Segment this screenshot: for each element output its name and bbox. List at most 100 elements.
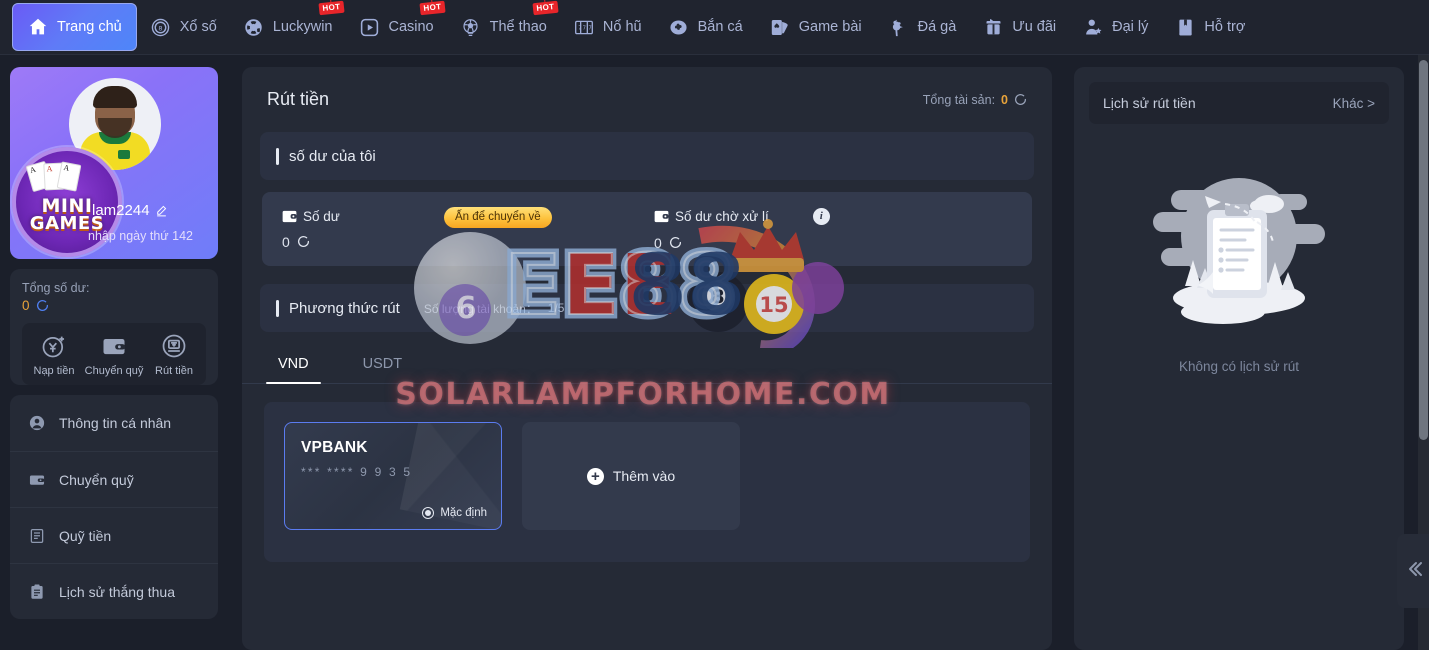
sidebar-item-quy-tien[interactable]: Quỹ tiền	[10, 507, 218, 563]
info-icon[interactable]: i	[812, 207, 830, 225]
gift-icon	[982, 16, 1004, 38]
sidebar-balance-box: Tổng số dư: 0 Nạp tiền Chuyển quỹ Rút ti…	[10, 269, 218, 385]
asset-total: Tổng tài sản: 0	[923, 93, 1027, 107]
fish-icon	[668, 16, 690, 38]
hot-badge: HOT	[532, 0, 559, 15]
refresh-icon[interactable]	[1014, 93, 1027, 106]
quick-actions: Nạp tiền Chuyển quỹ Rút tiền	[22, 323, 206, 385]
nav-label: Nổ hũ	[602, 19, 642, 35]
available-balance: Số dư 0	[262, 209, 340, 250]
bank-masked-number: *** **** 9 9 3 5	[301, 465, 413, 479]
sidebar-item-chuyen-quy[interactable]: Chuyển quỹ	[10, 451, 218, 507]
empty-clipboard-illustration	[1139, 164, 1339, 345]
nav-label: Thể thao	[489, 19, 547, 35]
refresh-icon[interactable]	[669, 236, 682, 249]
history-more-link[interactable]: Khác >	[1333, 96, 1375, 111]
nav-item-trang-chu[interactable]: Trang chủ	[12, 3, 137, 51]
profile-login-streak: nhập ngày thứ 142	[88, 229, 193, 243]
bank-card-vpbank[interactable]: VPBANK *** **** 9 9 3 5 Mặc định	[284, 422, 502, 530]
collapse-panel-button[interactable]	[1397, 534, 1429, 608]
nav-item-the-thao[interactable]: Thể thao HOT	[447, 0, 560, 51]
user-circle-icon	[28, 414, 46, 432]
currency-tabs: VND USDT	[242, 344, 1052, 384]
quick-action-nap-tien[interactable]: Nạp tiền	[24, 332, 84, 377]
heading-accent-bar	[276, 147, 279, 165]
add-bank-account-button[interactable]: + Thêm vào	[522, 422, 740, 530]
transfer-back-button[interactable]: Ấn để chuyển về	[444, 207, 552, 228]
history-empty-text: Không có lịch sử rút	[1178, 359, 1300, 374]
nav-label: Luckywin	[272, 19, 333, 35]
account-count-label: Số lượng tài khoản：	[423, 301, 538, 316]
withdraw-main-panel: Rút tiền Tổng tài sản: 0 số dư của tôi S…	[242, 67, 1052, 650]
agent-user-icon	[1082, 16, 1104, 38]
quick-action-label: Nạp tiền	[33, 365, 75, 377]
sidebar-item-label: Thông tin cá nhân	[59, 415, 172, 431]
nav-label: Bắn cá	[697, 19, 743, 35]
page-title: Rút tiền	[267, 89, 330, 109]
play-circle-icon	[358, 16, 380, 38]
history-header: Lịch sử rút tiền Khác >	[1089, 82, 1389, 124]
total-balance-label: Tổng số dư:	[22, 281, 90, 295]
quick-action-label: Rút tiền	[155, 365, 193, 377]
nav-item-uu-dai[interactable]: Ưu đãi	[969, 4, 1069, 51]
page-scrollbar-thumb[interactable]	[1419, 60, 1428, 440]
radio-default-selected[interactable]	[422, 507, 435, 519]
tab-vnd[interactable]: VND	[256, 344, 331, 384]
nav-item-no-hu[interactable]: 777 Nổ hũ	[560, 4, 655, 51]
quick-action-chuyen-quy[interactable]: Chuyển quỹ	[84, 332, 144, 377]
quick-action-label: Chuyển quỹ	[84, 365, 144, 377]
nav-item-ban-ca[interactable]: Bắn cá	[655, 4, 756, 51]
asset-total-label: Tổng tài sản:	[922, 92, 996, 107]
chevron-double-left-icon	[1401, 557, 1425, 586]
default-radio-row[interactable]: Mặc định	[422, 507, 487, 519]
nav-label: Ưu đãi	[1012, 19, 1057, 35]
tab-usdt[interactable]: USDT	[341, 344, 424, 383]
cards-icon: AAA	[25, 160, 82, 193]
deposit-coin-icon	[40, 332, 68, 360]
wallet-icon	[28, 471, 46, 489]
sidebar-item-thong-tin-ca-nhan[interactable]: Thông tin cá nhân	[10, 395, 218, 451]
quick-action-rut-tien[interactable]: Rút tiền	[144, 332, 204, 377]
nav-item-dai-ly[interactable]: Đại lý	[1069, 4, 1161, 51]
sidebar-item-lich-su-thang-thua[interactable]: Lịch sử thắng thua	[10, 563, 218, 619]
payment-methods-area: VPBANK *** **** 9 9 3 5 Mặc định + Thêm …	[264, 402, 1030, 562]
svg-text:7: 7	[588, 25, 591, 31]
history-title: Lịch sử rút tiền	[1103, 95, 1196, 111]
panel-header: Rút tiền Tổng tài sản: 0	[242, 67, 1052, 132]
sidebar-item-label: Chuyển quỹ	[59, 471, 134, 488]
nav-label: Đại lý	[1112, 19, 1149, 35]
left-sidebar: AAA MINI GAMES lam2244 nhập ngày thứ 142…	[10, 67, 218, 650]
page-body: AAA MINI GAMES lam2244 nhập ngày thứ 142…	[0, 55, 1429, 650]
refresh-icon[interactable]	[297, 235, 310, 248]
nav-item-game-bai[interactable]: Game bài	[756, 4, 875, 51]
nav-item-luckywin[interactable]: Luckywin HOT	[230, 0, 346, 51]
refresh-icon[interactable]	[36, 299, 49, 312]
available-balance-label: Số dư	[303, 208, 340, 224]
profile-card[interactable]: AAA MINI GAMES lam2244 nhập ngày thứ 142	[10, 67, 218, 259]
fund-note-icon	[28, 527, 46, 545]
default-label: Mặc định	[440, 507, 487, 519]
my-balance-block: số dư của tôi	[260, 132, 1034, 180]
nav-item-xo-so[interactable]: 8 Xổ số	[137, 4, 230, 51]
playing-cards-icon	[769, 16, 791, 38]
hot-badge: HOT	[318, 0, 345, 15]
clipboard-icon	[28, 583, 46, 601]
asset-total-value: 0	[1001, 92, 1008, 107]
nav-item-ho-tro[interactable]: Hỗ trợ	[1161, 4, 1258, 51]
history-empty-state: Không có lịch sử rút	[1089, 164, 1389, 374]
pending-balance-label: Số dư chờ xử lí	[675, 208, 769, 224]
account-count-value: 1/5	[547, 301, 565, 315]
my-balance-heading-row: số dư của tôi	[260, 132, 1034, 180]
nav-label: Hỗ trợ	[1204, 19, 1246, 35]
sidebar-item-label: Lịch sử thắng thua	[59, 583, 176, 600]
sidebar-item-label: Quỹ tiền	[59, 527, 112, 544]
pencil-icon[interactable]	[155, 204, 168, 217]
nav-label: Đá gà	[917, 19, 957, 35]
nav-label: Trang chủ	[57, 19, 122, 35]
pending-balance-value: 0	[654, 234, 662, 251]
nav-item-casino[interactable]: Casino HOT	[345, 0, 446, 51]
home-icon	[27, 16, 49, 38]
nav-item-da-ga[interactable]: Đá gà	[875, 4, 970, 51]
profile-username-row[interactable]: lam2244	[92, 202, 168, 219]
wallet-icon	[654, 210, 669, 223]
